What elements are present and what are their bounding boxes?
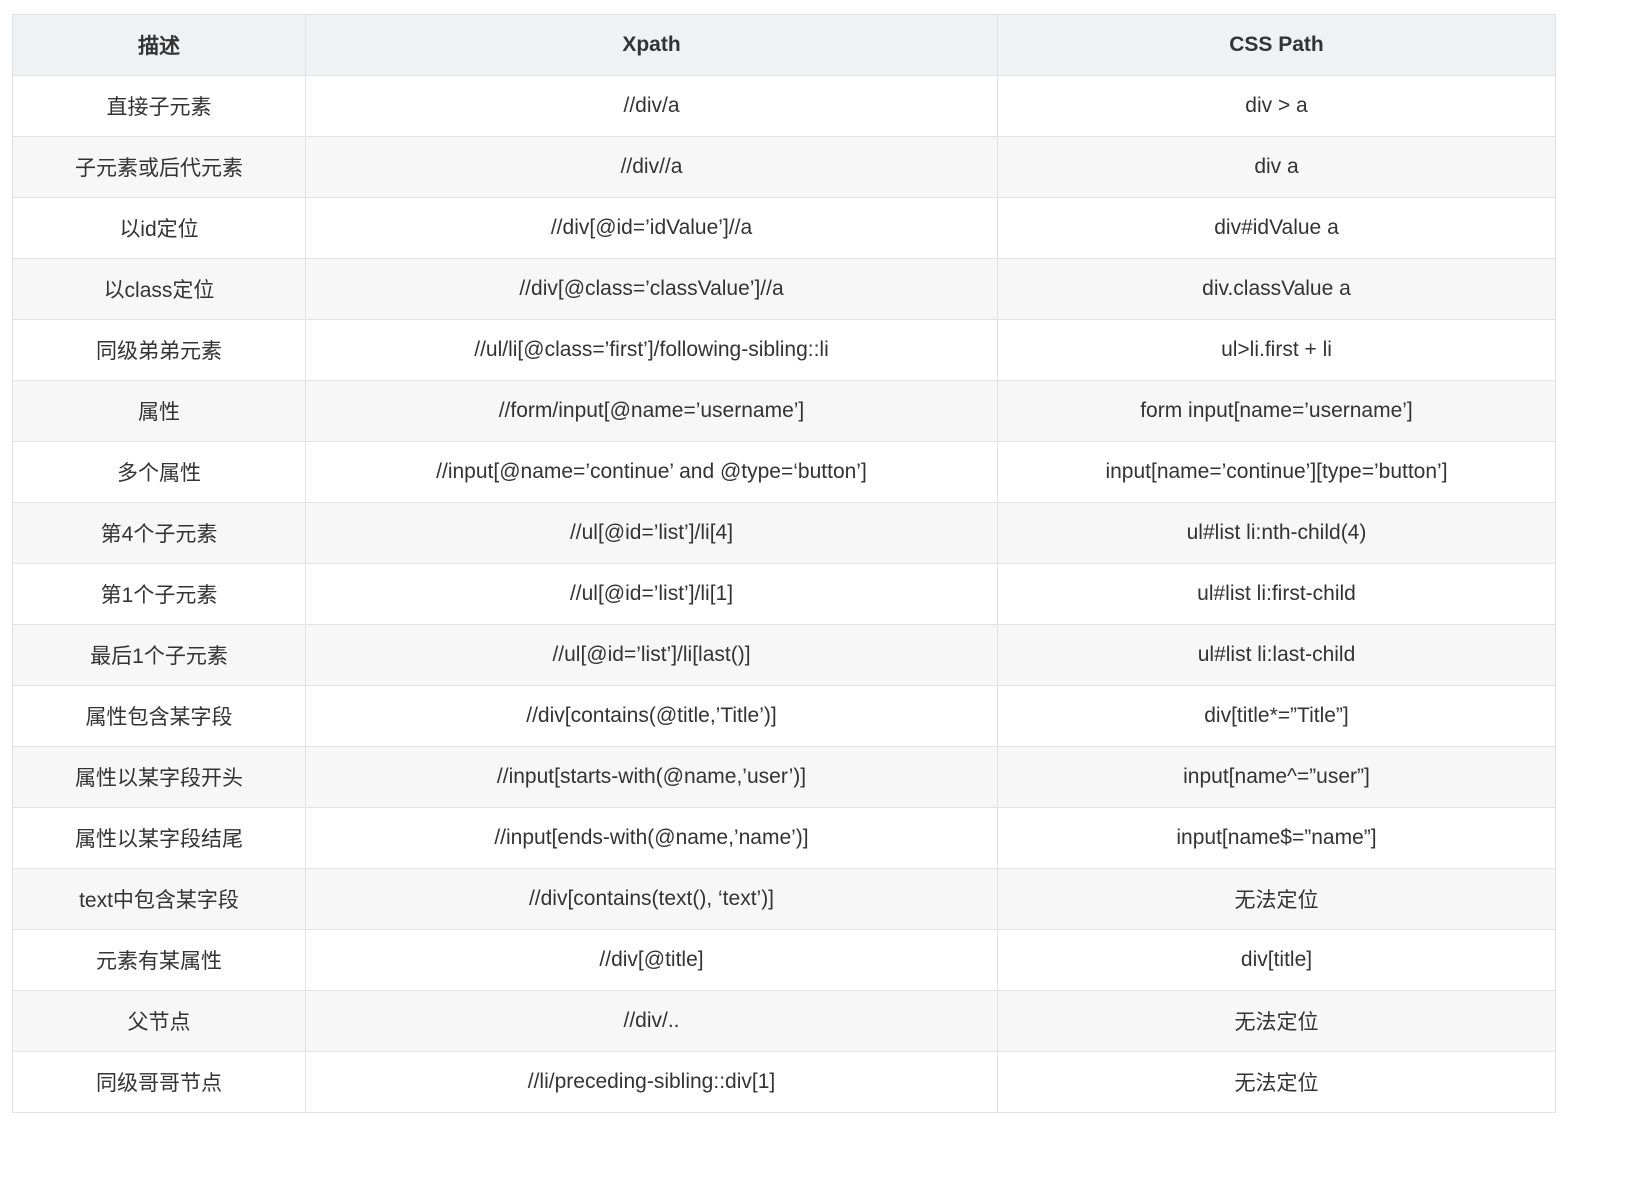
- table-row: 多个属性 //input[@name=’continue’ and @type=…: [12, 441, 1556, 503]
- cell-xpath: //div[@title]: [305, 929, 998, 991]
- selector-comparison-table: 描述 Xpath CSS Path 直接子元素 //div/a div > a …: [12, 14, 1556, 1113]
- cell-description: 元素有某属性: [12, 929, 306, 991]
- cell-xpath: //input[starts-with(@name,’user’)]: [305, 746, 998, 808]
- cell-description: 同级弟弟元素: [12, 319, 306, 381]
- cell-css-path: 无法定位: [997, 1051, 1556, 1113]
- table-row: 属性以某字段开头 //input[starts-with(@name,’user…: [12, 746, 1556, 808]
- cell-xpath: //input[@name=’continue’ and @type=‘butt…: [305, 441, 998, 503]
- cell-css-path: div#idValue a: [997, 197, 1556, 259]
- header-row: 描述 Xpath CSS Path: [12, 14, 1556, 76]
- cell-xpath: //input[ends-with(@name,’name’)]: [305, 807, 998, 869]
- cell-css-path: ul>li.first + li: [997, 319, 1556, 381]
- cell-css-path: div a: [997, 136, 1556, 198]
- cell-xpath: //ul[@id=’list’]/li[1]: [305, 563, 998, 625]
- table-row: text中包含某字段 //div[contains(text(), ‘text’…: [12, 868, 1556, 930]
- cell-css-path: div.classValue a: [997, 258, 1556, 320]
- cell-css-path: div[title]: [997, 929, 1556, 991]
- table-row: 以id定位 //div[@id=’idValue’]//a div#idValu…: [12, 197, 1556, 259]
- cell-xpath: //form/input[@name=’username’]: [305, 380, 998, 442]
- cell-xpath: //div/..: [305, 990, 998, 1052]
- table-header: 描述 Xpath CSS Path: [12, 14, 1556, 76]
- header-xpath: Xpath: [305, 14, 998, 76]
- cell-description: 属性以某字段结尾: [12, 807, 306, 869]
- cell-description: 第4个子元素: [12, 502, 306, 564]
- cell-description: 第1个子元素: [12, 563, 306, 625]
- cell-xpath: //li/preceding-sibling::div[1]: [305, 1051, 998, 1113]
- table-row: 第4个子元素 //ul[@id=’list’]/li[4] ul#list li…: [12, 502, 1556, 564]
- cell-description: 多个属性: [12, 441, 306, 503]
- cell-css-path: 无法定位: [997, 990, 1556, 1052]
- cell-css-path: input[name^=”user”]: [997, 746, 1556, 808]
- table-body: 直接子元素 //div/a div > a 子元素或后代元素 //div//a …: [12, 75, 1556, 1113]
- cell-description: 以id定位: [12, 197, 306, 259]
- cell-css-path: 无法定位: [997, 868, 1556, 930]
- cell-description: 最后1个子元素: [12, 624, 306, 686]
- cell-xpath: //div[@class=’classValue’]//a: [305, 258, 998, 320]
- table-row: 属性 //form/input[@name=’username’] form i…: [12, 380, 1556, 442]
- table-row: 最后1个子元素 //ul[@id=’list’]/li[last()] ul#l…: [12, 624, 1556, 686]
- header-css-path: CSS Path: [997, 14, 1556, 76]
- table-row: 属性以某字段结尾 //input[ends-with(@name,’name’)…: [12, 807, 1556, 869]
- selector-comparison-table-wrapper: 描述 Xpath CSS Path 直接子元素 //div/a div > a …: [12, 14, 1556, 1113]
- cell-xpath: //div/a: [305, 75, 998, 137]
- cell-css-path: div[title*=”Title”]: [997, 685, 1556, 747]
- cell-description: 属性以某字段开头: [12, 746, 306, 808]
- cell-css-path: div > a: [997, 75, 1556, 137]
- cell-xpath: //ul/li[@class=’first’]/following-siblin…: [305, 319, 998, 381]
- cell-css-path: input[name$=”name”]: [997, 807, 1556, 869]
- cell-xpath: //div//a: [305, 136, 998, 198]
- table-row: 元素有某属性 //div[@title] div[title]: [12, 929, 1556, 991]
- cell-description: 父节点: [12, 990, 306, 1052]
- table-row: 第1个子元素 //ul[@id=’list’]/li[1] ul#list li…: [12, 563, 1556, 625]
- cell-description: 以class定位: [12, 258, 306, 320]
- table-row: 父节点 //div/.. 无法定位: [12, 990, 1556, 1052]
- cell-description: text中包含某字段: [12, 868, 306, 930]
- cell-css-path: form input[name=’username’]: [997, 380, 1556, 442]
- cell-css-path: input[name=’continue’][type=’button’]: [997, 441, 1556, 503]
- cell-description: 属性包含某字段: [12, 685, 306, 747]
- cell-description: 同级哥哥节点: [12, 1051, 306, 1113]
- cell-css-path: ul#list li:first-child: [997, 563, 1556, 625]
- cell-description: 子元素或后代元素: [12, 136, 306, 198]
- cell-xpath: //div[contains(@title,’Title’)]: [305, 685, 998, 747]
- table-row: 同级弟弟元素 //ul/li[@class=’first’]/following…: [12, 319, 1556, 381]
- cell-description: 属性: [12, 380, 306, 442]
- table-row: 直接子元素 //div/a div > a: [12, 75, 1556, 137]
- cell-xpath: //ul[@id=’list’]/li[last()]: [305, 624, 998, 686]
- table-row: 子元素或后代元素 //div//a div a: [12, 136, 1556, 198]
- cell-css-path: ul#list li:nth-child(4): [997, 502, 1556, 564]
- cell-xpath: //div[contains(text(), ‘text’)]: [305, 868, 998, 930]
- cell-css-path: ul#list li:last-child: [997, 624, 1556, 686]
- table-row: 同级哥哥节点 //li/preceding-sibling::div[1] 无法…: [12, 1051, 1556, 1113]
- table-row: 属性包含某字段 //div[contains(@title,’Title’)] …: [12, 685, 1556, 747]
- header-description: 描述: [12, 14, 306, 76]
- cell-xpath: //ul[@id=’list’]/li[4]: [305, 502, 998, 564]
- table-row: 以class定位 //div[@class=’classValue’]//a d…: [12, 258, 1556, 320]
- cell-description: 直接子元素: [12, 75, 306, 137]
- cell-xpath: //div[@id=’idValue’]//a: [305, 197, 998, 259]
